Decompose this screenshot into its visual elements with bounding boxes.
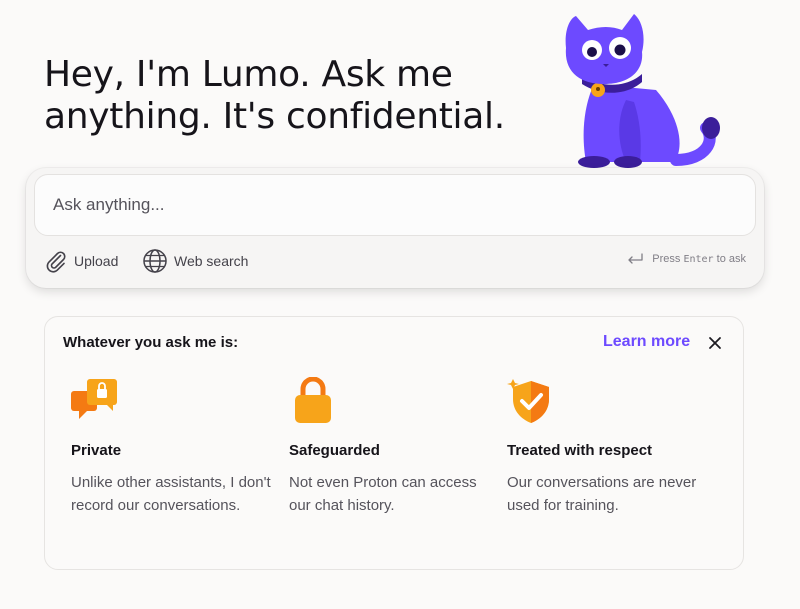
web-search-label: Web search [174, 253, 249, 269]
feature-title: Private [71, 442, 122, 459]
upload-button[interactable]: Upload [44, 248, 118, 274]
privacy-info-card: Whatever you ask me is: Learn more Priva… [44, 316, 744, 570]
feature-respect: Treated with respect Our conversations a… [507, 377, 717, 517]
cat-mascot-icon [565, 14, 720, 168]
hero-title: Hey, I'm Lumo. Ask me anything. It's con… [44, 54, 505, 137]
shield-check-icon [507, 379, 549, 423]
enter-hint-suffix: to ask [716, 253, 746, 265]
enter-hint-prefix: Press [652, 253, 681, 265]
feature-title: Safeguarded [289, 442, 380, 459]
chat-lock-icon [71, 379, 117, 419]
feature-title: Treated with respect [507, 442, 653, 459]
prompt-composer: Upload Web search Press Enter to ask [26, 168, 764, 288]
close-icon[interactable] [705, 333, 725, 353]
feature-private: Private Unlike other assistants, I don't… [71, 377, 281, 517]
padlock-icon [295, 376, 331, 423]
enter-hint: Press Enter to ask [626, 252, 746, 266]
feature-description: Not even Proton can access our chat hist… [289, 474, 477, 514]
feature-description: Unlike other assistants, I don't record … [71, 474, 271, 514]
globe-icon [143, 249, 167, 273]
feature-description: Our conversations are never used for tra… [507, 474, 697, 514]
ask-input[interactable] [34, 174, 756, 236]
upload-label: Upload [74, 253, 119, 269]
enter-hint-key: Enter [683, 254, 714, 265]
web-search-button[interactable]: Web search [142, 248, 248, 274]
learn-more-link[interactable]: Learn more [603, 333, 690, 351]
enter-key-icon [628, 253, 643, 264]
paperclip-icon [46, 251, 66, 273]
card-heading: Whatever you ask me is: [63, 334, 239, 351]
lumo-home-page: Hey, I'm Lumo. Ask me anything. It's con… [0, 0, 800, 609]
feature-safeguarded: Safeguarded Not even Proton can access o… [289, 376, 499, 517]
